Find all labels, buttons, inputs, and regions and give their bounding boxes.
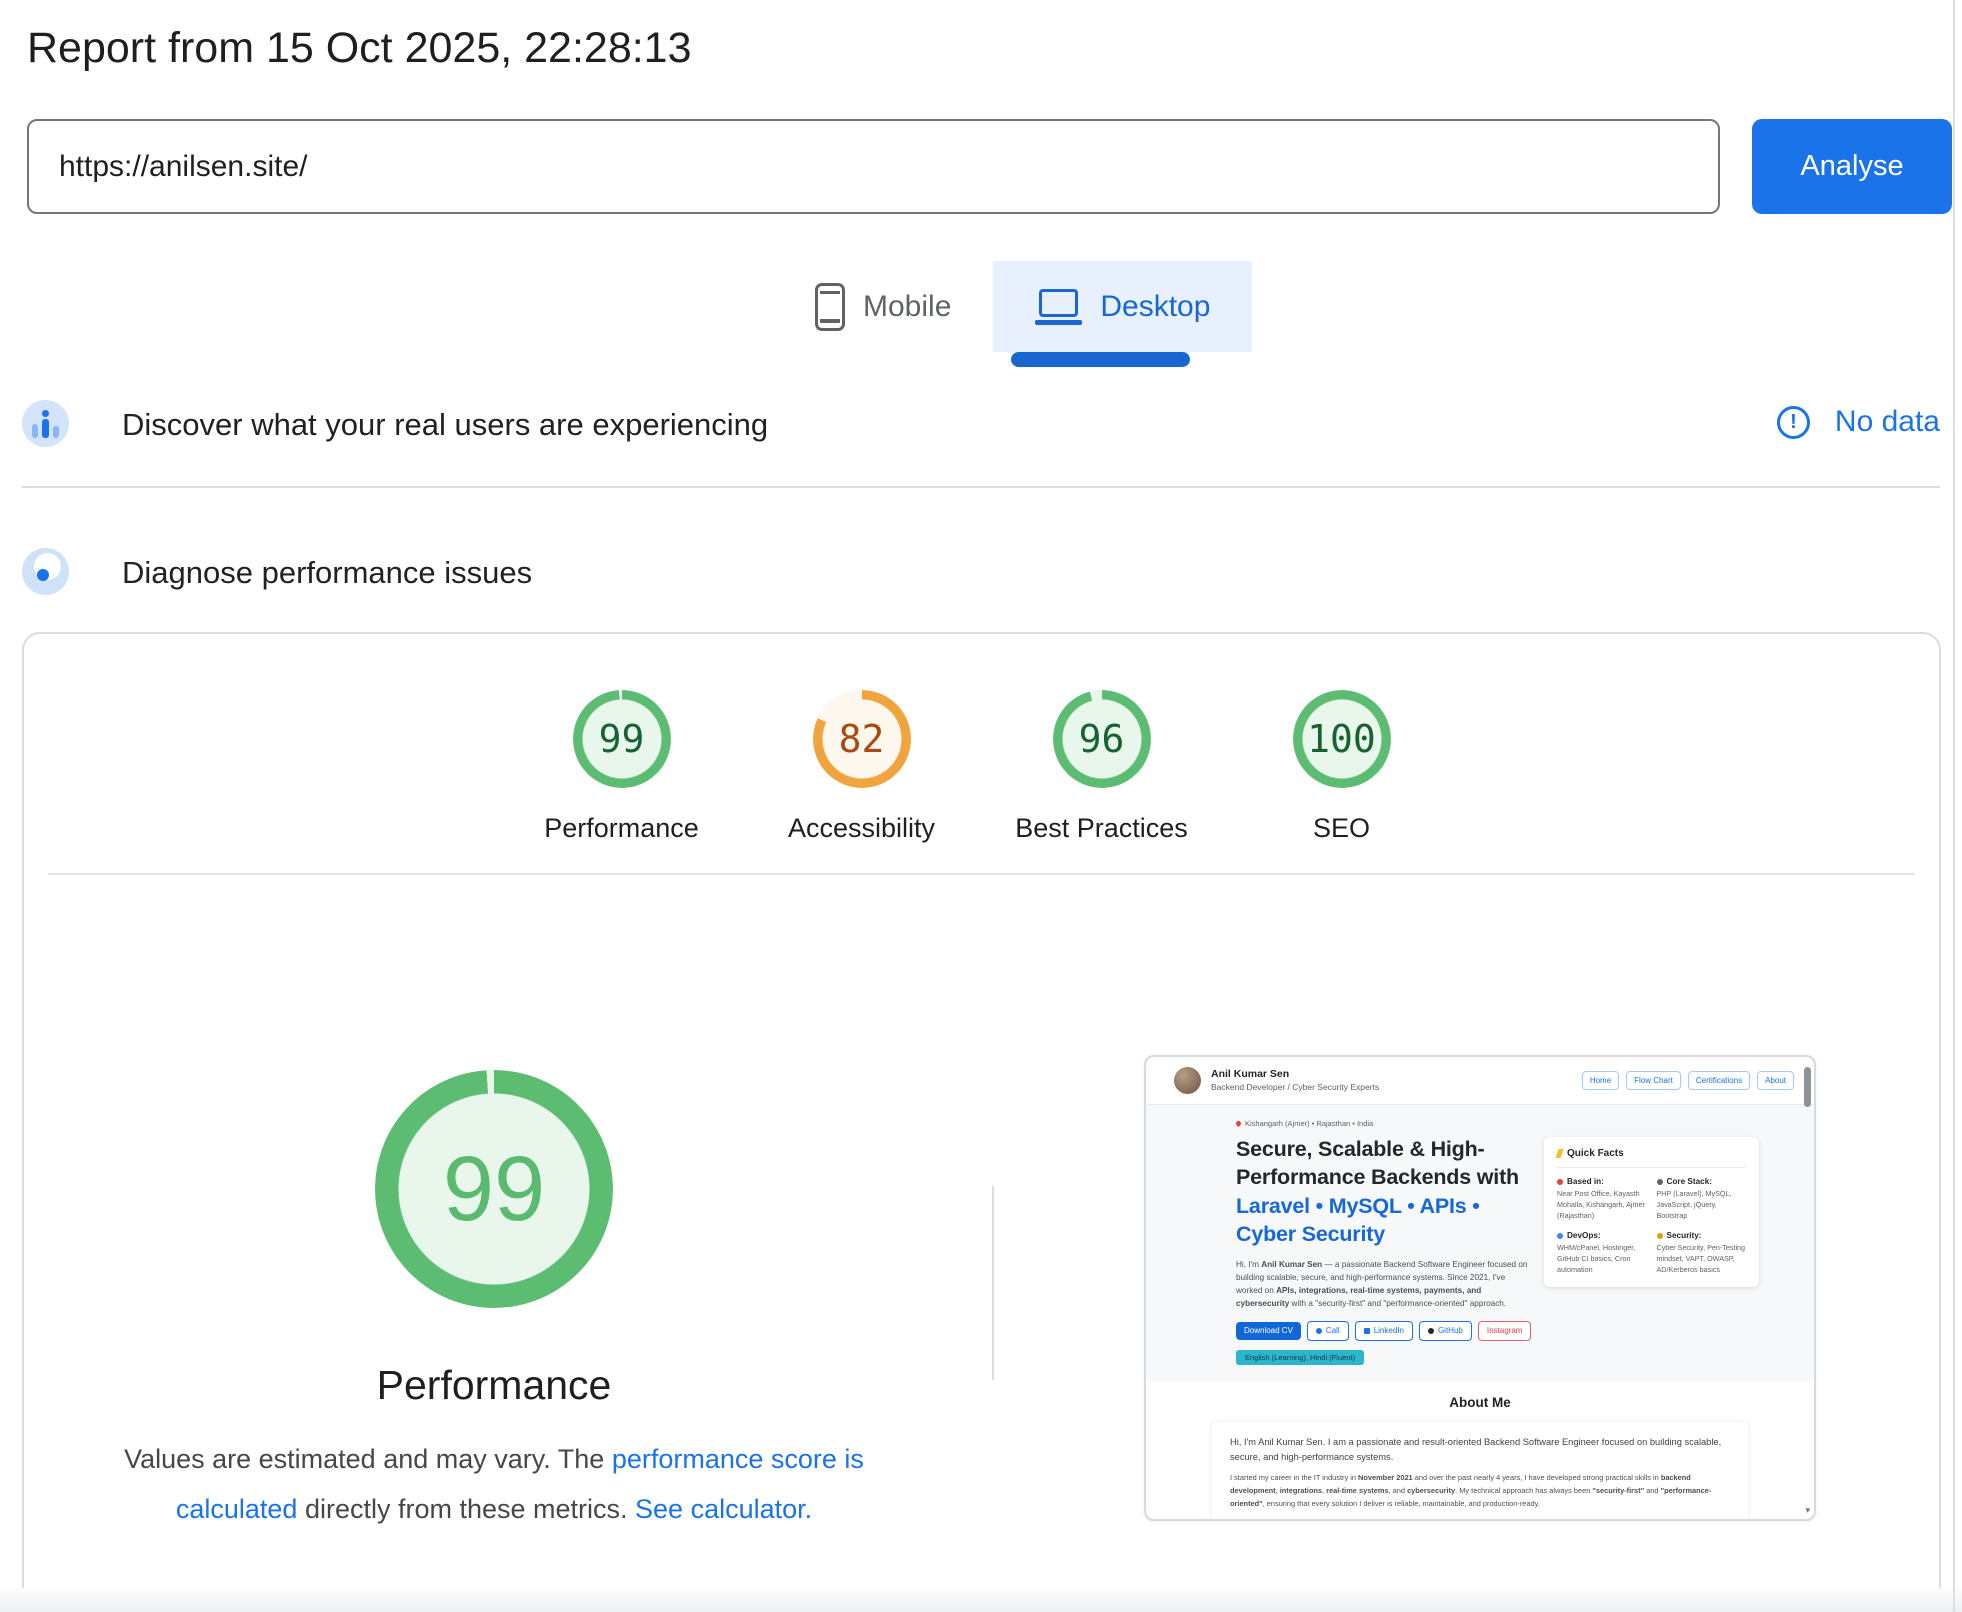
preview-call-button: Call [1307,1321,1349,1341]
page-title: Report from 15 Oct 2025, 22:28:13 [27,24,692,73]
best-practices-gauge: 96 [1053,690,1151,788]
speedometer-icon [22,548,69,595]
page-scrollbar[interactable] [1953,0,1955,1612]
quick-fact-based-in: Based in: Near Post Office, Kayasth Moha… [1557,1177,1647,1221]
tab-desktop[interactable]: Desktop [993,261,1252,352]
card-divider [48,873,1915,875]
about-me-title: About Me [1146,1395,1814,1410]
preview-quick-facts-card: Quick Facts Based in: Near Post Office, … [1544,1137,1759,1287]
phone-icon [1316,1328,1322,1334]
preview-scrollbar-thumb [1804,1067,1811,1107]
quick-fact-devops: DevOps: WHM/cPanel, Hostinger, GitHub CI… [1557,1231,1647,1275]
pagespeed-report-page: Report from 15 Oct 2025, 22:28:13 Analys… [0,0,1962,1612]
preview-instagram-button: Instagram [1478,1321,1532,1341]
preview-nav-certifications: Certifications [1688,1071,1750,1090]
about-paragraph-2: I started my career in the IT industry i… [1230,1472,1730,1510]
preview-site-header: Anil Kumar Sen Backend Developer / Cyber… [1146,1057,1814,1105]
score-item-seo[interactable]: 100 SEO [1222,690,1462,844]
preview-scroll-down-icon: ▾ [1805,1506,1810,1515]
performance-big-gauge: 99 [375,1070,613,1308]
mobile-phone-icon [815,283,845,331]
preview-nav-home: Home [1582,1071,1619,1090]
preview-nav-flow-chart: Flow Chart [1626,1071,1681,1090]
site-screenshot-preview: Anil Kumar Sen Backend Developer / Cyber… [1144,1055,1816,1521]
best-practices-score: 96 [1079,717,1125,761]
avatar [1174,1067,1201,1094]
lab-section-header: Diagnose performance issues [22,546,1940,604]
pin-icon [1557,1179,1563,1185]
seo-label: SEO [1313,813,1370,844]
lab-report-card: 99 Performance 82 Accessibility 96 Best … [22,632,1941,1612]
desktop-laptop-icon [1035,286,1082,328]
preview-about-section: About Me Hi, I'm Anil Kumar Sen. I am a … [1146,1381,1814,1521]
analyse-button[interactable]: Analyse [1752,119,1952,214]
quick-facts-title: Quick Facts [1557,1148,1746,1168]
performance-big-score: 99 [443,1137,545,1242]
tab-desktop-label: Desktop [1100,290,1210,324]
no-data-link[interactable]: No data [1835,405,1940,439]
vertical-divider [992,1186,994,1380]
quick-fact-security: Security: Cyber Security, Pen-Testing mi… [1657,1231,1747,1275]
performance-detail-title: Performance [377,1362,612,1409]
score-item-accessibility[interactable]: 82 Accessibility [742,690,982,844]
real-users-icon [22,400,69,447]
preview-location: Kishangarh (Ajmer) • Rajasthan • India [1236,1119,1528,1128]
performance-label: Performance [544,813,699,844]
lock-icon [1657,1233,1663,1239]
performance-description[interactable]: Values are estimated and may vary. The p… [109,1435,879,1535]
lightning-icon [1556,1149,1564,1158]
github-icon [1428,1328,1434,1334]
preview-nav-about: About [1757,1071,1794,1090]
url-input[interactable] [27,119,1720,214]
score-item-performance[interactable]: 99 Performance [502,690,742,844]
performance-gauge: 99 [573,690,671,788]
device-tabs: Mobile Desktop [783,261,1252,352]
accessibility-score: 82 [839,717,885,761]
about-paragraph-1: Hi, I'm Anil Kumar Sen. I am a passionat… [1230,1435,1730,1465]
seo-score: 100 [1307,717,1376,761]
preview-site-nav: Home Flow Chart Certifications About [1582,1071,1794,1090]
active-tab-indicator [1011,352,1190,367]
tab-mobile-label: Mobile [863,290,951,324]
info-icon[interactable]: ! [1777,406,1810,439]
bottom-strip [0,1588,1962,1612]
score-item-best-practices[interactable]: 96 Best Practices [982,690,1222,844]
preview-hero-intro: Hi, I'm Anil Kumar Sen — a passionate Ba… [1236,1258,1528,1311]
preview-hero-buttons: Download CV Call LinkedIn GitHub Instagr… [1236,1321,1528,1341]
preview-github-button: GitHub [1419,1321,1472,1341]
location-pin-icon [1235,1120,1242,1127]
performance-detail-column: 99 Performance Values are estimated and … [24,1070,964,1612]
preview-site-name: Anil Kumar Sen [1211,1068,1379,1082]
preview-linkedin-button: LinkedIn [1355,1321,1413,1341]
field-data-section-header: Discover what your real users are experi… [22,398,1940,456]
preview-hero-section: Kishangarh (Ajmer) • Rajasthan • India S… [1146,1105,1814,1381]
preview-language-badge: English (Learning), Hindi (Fluent) [1236,1350,1364,1365]
seo-gauge: 100 [1293,690,1391,788]
category-scores-row: 99 Performance 82 Accessibility 96 Best … [502,690,1462,844]
about-me-card: Hi, I'm Anil Kumar Sen. I am a passionat… [1212,1422,1748,1521]
performance-score: 99 [599,717,645,761]
section-divider [22,486,1940,488]
preview-download-cv-button: Download CV [1236,1322,1301,1340]
best-practices-label: Best Practices [1015,813,1188,844]
field-data-title: Discover what your real users are experi… [122,407,768,443]
tools-icon [1657,1179,1663,1185]
quick-fact-core-stack: Core Stack: PHP (Laravel), MySQL, JavaSc… [1657,1177,1747,1221]
accessibility-gauge: 82 [813,690,911,788]
tab-mobile[interactable]: Mobile [783,261,983,352]
preview-hero-heading: Secure, Scalable & High-Performance Back… [1236,1135,1528,1249]
linkedin-icon [1364,1328,1370,1334]
lab-title: Diagnose performance issues [122,555,532,591]
accessibility-label: Accessibility [788,813,935,844]
gear-icon [1557,1233,1563,1239]
preview-site-role: Backend Developer / Cyber Security Exper… [1211,1082,1379,1093]
